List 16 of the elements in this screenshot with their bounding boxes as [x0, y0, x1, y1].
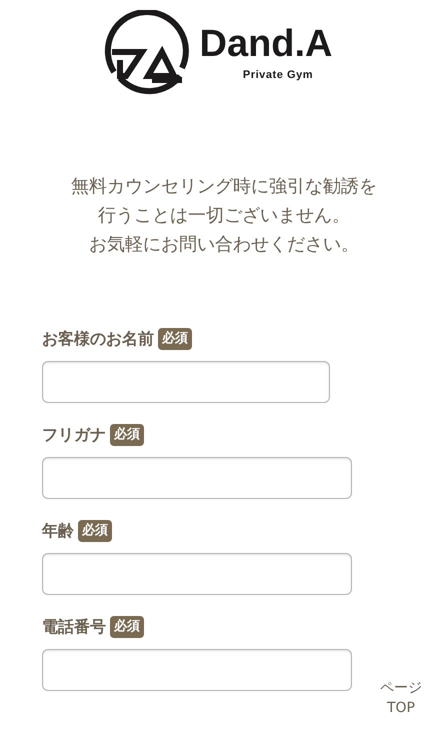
- page-top-link[interactable]: ページ TOP: [380, 678, 422, 718]
- required-badge: 必須: [110, 424, 144, 446]
- field-label: 年齢: [42, 520, 74, 542]
- field-label: 電話番号: [42, 616, 106, 638]
- logo-wordmark: Dand.A: [200, 25, 332, 64]
- input-field[interactable]: [42, 553, 352, 595]
- required-badge: 必須: [78, 520, 112, 542]
- required-badge: 必須: [158, 328, 192, 350]
- required-badge: 必須: [110, 616, 144, 638]
- input-field[interactable]: [42, 649, 352, 691]
- field-label: フリガナ: [42, 424, 106, 446]
- logo-tagline: Private Gym: [242, 68, 314, 84]
- field-label: お客様のお名前: [42, 328, 154, 350]
- input-field[interactable]: [42, 361, 330, 403]
- input-field[interactable]: [42, 457, 352, 499]
- intro-paragraph: 無料カウンセリング時に強引な勧誘を 行うことは一切ございません。 お気軽にお問い合わせください。: [71, 175, 377, 257]
